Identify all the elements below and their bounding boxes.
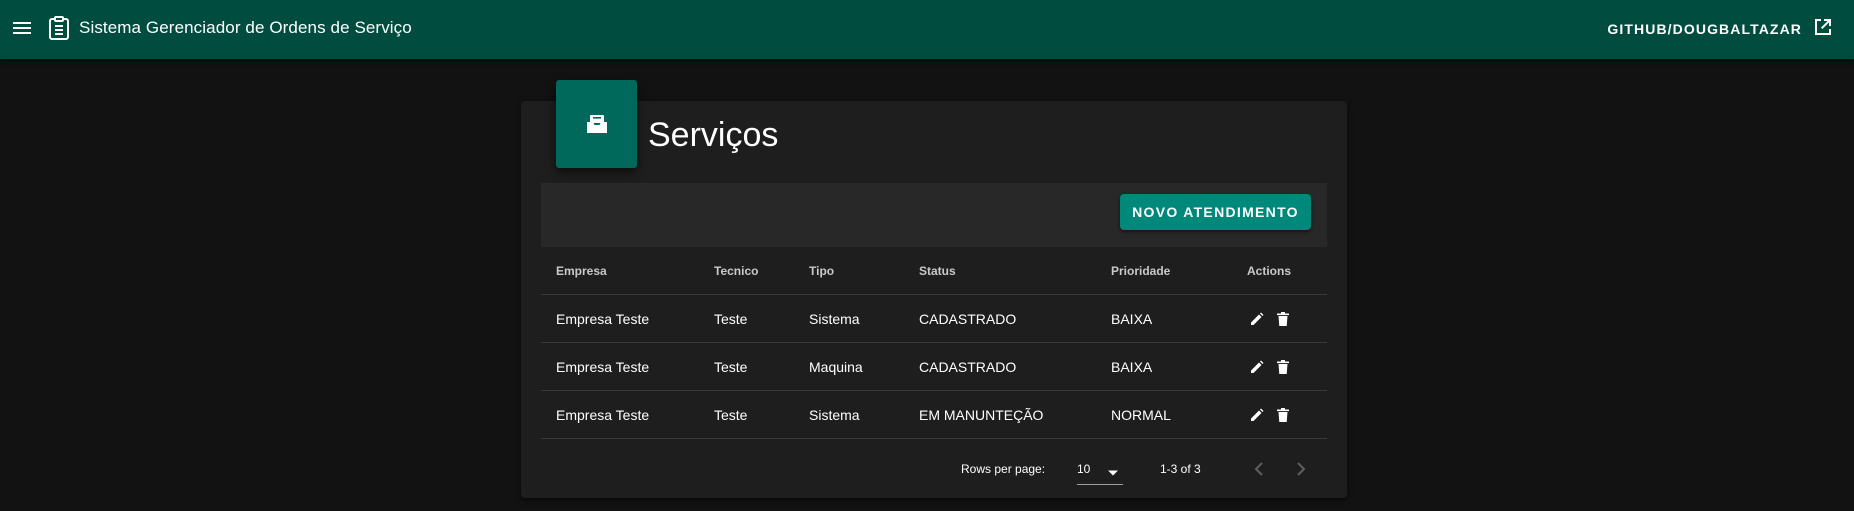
table-header: Empresa Tecnico Tipo Status Prioridade A… xyxy=(541,247,1327,295)
column-header-actions: Actions xyxy=(1247,263,1292,278)
menu-icon[interactable] xyxy=(8,14,36,42)
chevron-left-icon[interactable] xyxy=(1247,457,1271,481)
cell-tecnico: Teste xyxy=(714,406,748,423)
new-service-button[interactable]: NOVO ATENDIMENTO xyxy=(1120,194,1311,230)
github-link-label: GITHUB/DOUGBALTAZAR xyxy=(1607,21,1802,37)
open-in-new-icon xyxy=(1812,16,1834,43)
row-actions xyxy=(1247,295,1293,342)
table-pagination: Rows per page: 10 1-3 of 3 xyxy=(541,441,1327,498)
github-link[interactable]: GITHUB/DOUGBALTAZAR xyxy=(1607,15,1834,43)
rows-per-page-value: 10 xyxy=(1077,462,1091,476)
row-actions xyxy=(1247,391,1293,438)
pencil-icon[interactable] xyxy=(1247,357,1267,377)
services-table: Empresa Tecnico Tipo Status Prioridade A… xyxy=(541,247,1327,439)
app-title: Sistema Gerenciador de Ordens de Serviço xyxy=(79,18,412,37)
clipboard-list-icon xyxy=(46,15,72,41)
cell-tecnico: Teste xyxy=(714,358,748,375)
row-actions xyxy=(1247,343,1293,390)
trash-icon[interactable] xyxy=(1273,357,1293,377)
cell-status: CADASTRADO xyxy=(919,358,1017,375)
page-title: Serviços xyxy=(648,116,779,154)
column-header-tecnico[interactable]: Tecnico xyxy=(714,247,758,294)
caret-down-icon xyxy=(1107,464,1119,482)
column-header-empresa[interactable]: Empresa xyxy=(556,247,607,294)
cell-status: EM MANUNTEÇÃO xyxy=(919,406,1044,423)
table-row: Empresa Teste Teste Maquina CADASTRADO B… xyxy=(541,343,1327,391)
rows-per-page-select[interactable]: 10 xyxy=(1077,454,1123,485)
column-header-prioridade[interactable]: Prioridade xyxy=(1111,247,1170,294)
pagination-range: 1-3 of 3 xyxy=(1160,462,1201,476)
cell-prioridade: BAIXA xyxy=(1111,310,1153,327)
cell-tipo: Sistema xyxy=(809,310,860,327)
trash-icon[interactable] xyxy=(1273,309,1293,329)
pencil-icon[interactable] xyxy=(1247,405,1267,425)
table-row: Empresa Teste Teste Sistema EM MANUNTEÇÃ… xyxy=(541,391,1327,439)
app-bar: Sistema Gerenciador de Ordens de Serviço… xyxy=(0,0,1854,59)
pencil-icon[interactable] xyxy=(1247,309,1267,329)
cell-tecnico: Teste xyxy=(714,310,748,327)
cell-tipo: Maquina xyxy=(809,358,863,375)
column-header-tipo[interactable]: Tipo xyxy=(809,247,834,294)
cell-prioridade: BAIXA xyxy=(1111,358,1153,375)
cell-status: CADASTRADO xyxy=(919,310,1017,327)
cell-empresa: Empresa Teste xyxy=(556,310,650,327)
cell-empresa: Empresa Teste xyxy=(556,358,650,375)
cell-tipo: Sistema xyxy=(809,406,860,423)
cell-prioridade: NORMAL xyxy=(1111,406,1171,423)
rows-per-page-label: Rows per page: xyxy=(961,462,1046,476)
cell-empresa: Empresa Teste xyxy=(556,406,650,423)
inbox-tray-icon xyxy=(556,80,637,168)
column-header-status[interactable]: Status xyxy=(919,247,956,294)
trash-icon[interactable] xyxy=(1273,405,1293,425)
chevron-right-icon[interactable] xyxy=(1289,457,1313,481)
table-row: Empresa Teste Teste Sistema CADASTRADO B… xyxy=(541,295,1327,343)
